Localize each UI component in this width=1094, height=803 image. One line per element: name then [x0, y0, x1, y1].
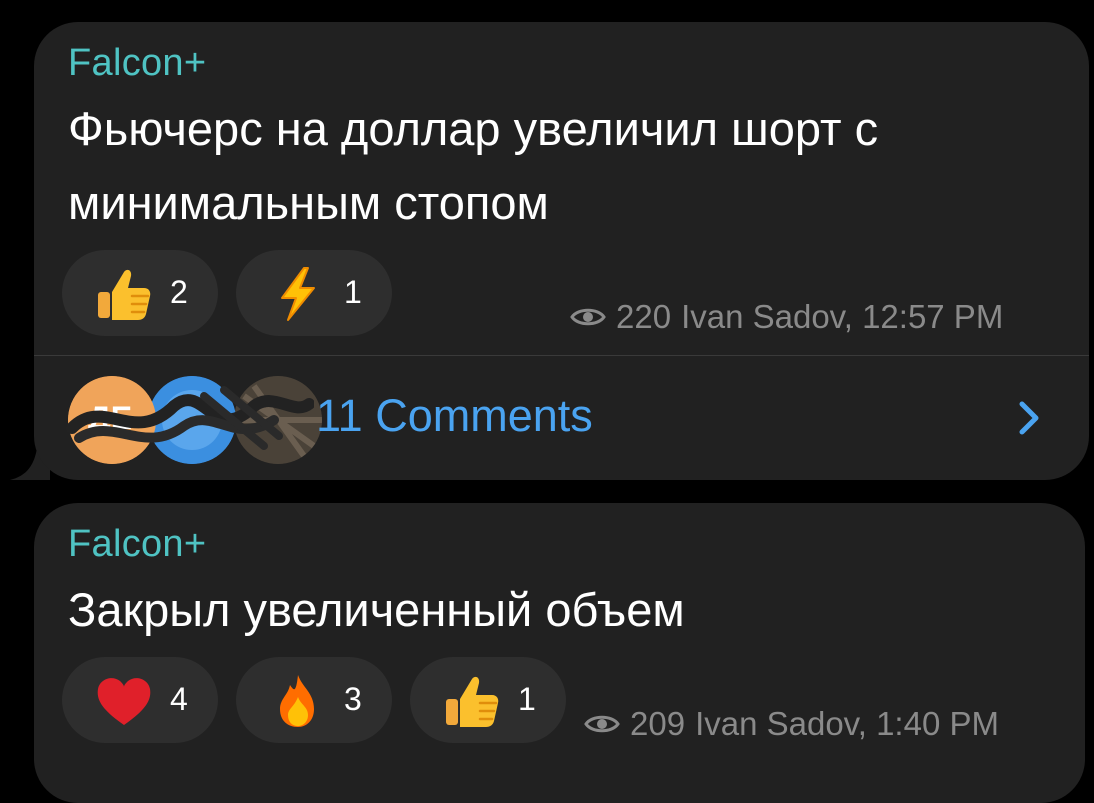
- thumbs-up-icon: [446, 676, 499, 727]
- comments-button[interactable]: ДЕ 11 Comments: [34, 356, 1089, 476]
- reaction-red-heart[interactable]: 4: [62, 657, 218, 743]
- views-count: 209: [630, 705, 686, 742]
- high-voltage-icon: [281, 267, 315, 321]
- views-count: 220: [616, 298, 672, 335]
- reaction-count: 4: [170, 681, 188, 717]
- message-text: Закрыл увеличенный объем: [68, 573, 1068, 647]
- comments-label[interactable]: 11 Comments: [316, 390, 593, 442]
- post-meta: 209 Ivan Sadov, 1:40 PM: [584, 705, 999, 743]
- reaction-high-voltage[interactable]: 1: [236, 250, 392, 336]
- eye-icon: [584, 715, 620, 733]
- channel-post[interactable]: Falcon+ Закрыл увеличенный объем 4 3 1 2…: [34, 503, 1085, 803]
- post-signature: Ivan Sadov, 12:57 PM: [681, 298, 1004, 335]
- message-text-line: Закрыл увеличенный объем: [68, 583, 685, 636]
- eye-icon: [570, 308, 606, 326]
- message-text: Фьючерс на доллар увеличил шорт с минима…: [68, 92, 1068, 240]
- reaction-count: 1: [344, 274, 362, 310]
- message-text-line: Фьючерс на доллар увеличил шорт с: [68, 102, 879, 155]
- post-meta: 220 Ivan Sadov, 12:57 PM: [570, 298, 1003, 336]
- reaction-count: 3: [344, 681, 362, 717]
- reaction-thumbs-up[interactable]: 2: [62, 250, 218, 336]
- fire-icon: [280, 675, 314, 727]
- scribble-redaction: [66, 386, 314, 450]
- channel-post[interactable]: Falcon+ Фьючерс на доллар увеличил шорт …: [34, 22, 1089, 480]
- message-text-line: минимальным стопом: [68, 176, 549, 229]
- author-name[interactable]: Falcon+: [68, 523, 206, 566]
- red-heart-icon: [97, 678, 151, 725]
- author-name[interactable]: Falcon+: [68, 42, 206, 85]
- reaction-count: 1: [518, 681, 536, 717]
- reaction-thumbs-up[interactable]: 1: [410, 657, 566, 743]
- reaction-fire[interactable]: 3: [236, 657, 392, 743]
- chevron-right-icon[interactable]: [1014, 398, 1044, 438]
- thumbs-up-icon: [98, 269, 151, 320]
- reaction-count: 2: [170, 274, 188, 310]
- post-signature: Ivan Sadov, 1:40 PM: [695, 705, 999, 742]
